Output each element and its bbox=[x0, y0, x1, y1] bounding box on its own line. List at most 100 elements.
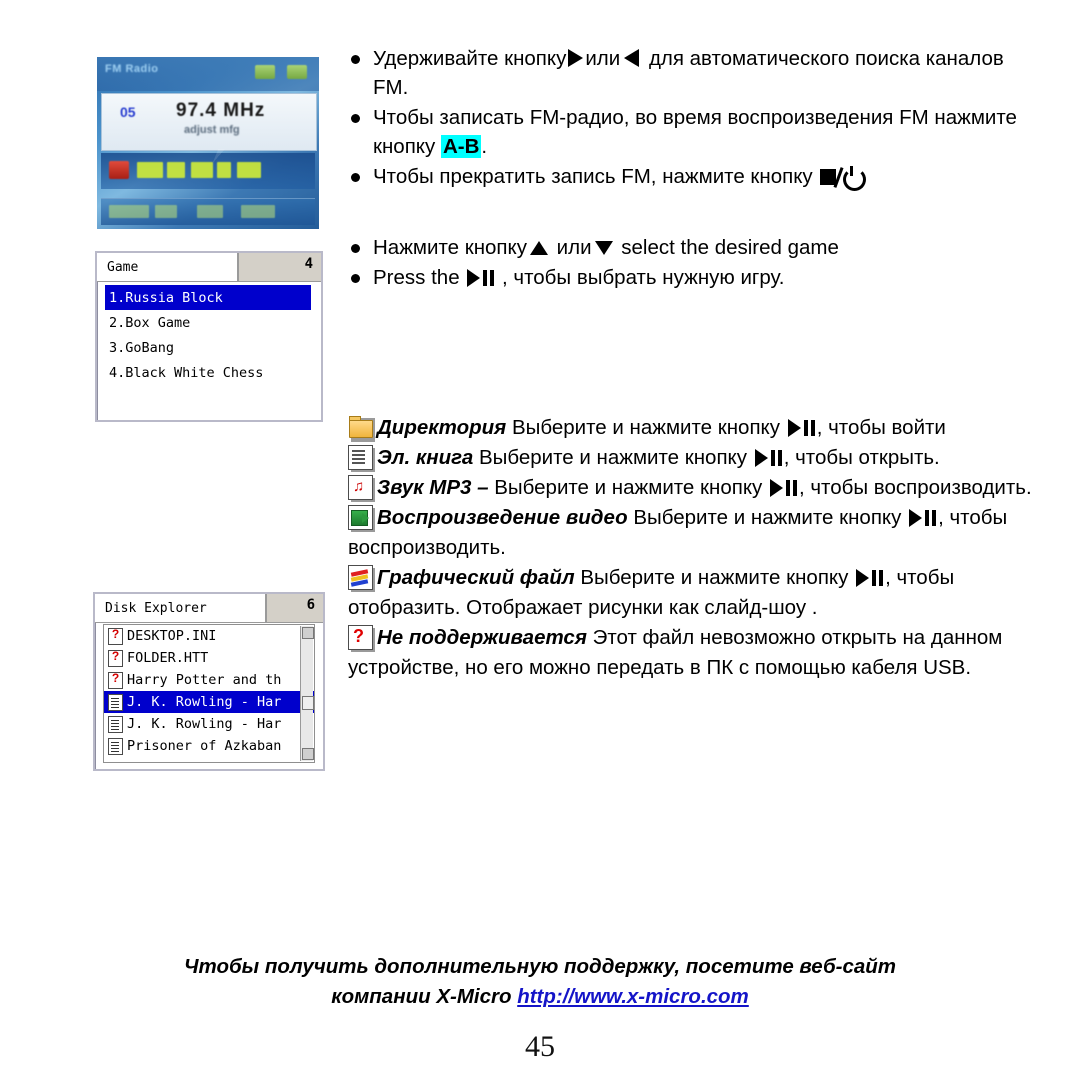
game-menu-screenshot: Game 4 1.Russia Block 2.Box Game 3.GoBan… bbox=[95, 251, 323, 422]
fm-footer-cell bbox=[241, 205, 275, 218]
down-arrow-icon bbox=[594, 241, 613, 255]
fm-bullet-1: Удерживайте кнопку или для автоматическог… bbox=[348, 44, 1038, 102]
text-file-icon bbox=[108, 693, 123, 711]
fm-status-icon-b bbox=[287, 65, 307, 79]
unknown-file-icon bbox=[108, 627, 123, 645]
folder-icon bbox=[348, 415, 375, 442]
disk-tabbar: Disk Explorer 6 bbox=[95, 594, 323, 623]
list-item[interactable]: 3.GoBang bbox=[105, 335, 313, 360]
fm-title: FM Radio bbox=[105, 63, 159, 75]
file-type-heading: Эл. книга bbox=[377, 446, 474, 469]
game-list[interactable]: 1.Russia Block 2.Box Game 3.GoBang 4.Bla… bbox=[105, 285, 313, 412]
list-item[interactable]: Prisoner of Azkaban bbox=[104, 735, 314, 757]
fm-sub-label: adjust mfg bbox=[184, 124, 240, 136]
file-type-ebook: Эл. книга Выберите и нажмите кнопку , чт… bbox=[348, 443, 1038, 473]
fm-signal-segment bbox=[137, 162, 163, 178]
file-name: J. K. Rowling - Har bbox=[127, 716, 282, 732]
manual-page: FM Radio 05 97.4 MHz adjust mfg Game 4 1… bbox=[0, 0, 1080, 1080]
game-bullet-2-text-b: , чтобы выбрать нужную игру. bbox=[502, 266, 785, 289]
file-type-text-before: Выберите и нажмите кнопку bbox=[580, 566, 849, 589]
fm-radio-screenshot: FM Radio 05 97.4 MHz adjust mfg bbox=[97, 57, 319, 229]
play-pause-icon bbox=[769, 479, 797, 497]
disk-explorer-screenshot: Disk Explorer 6 DESKTOP.INI FOLDER.HTT H… bbox=[93, 592, 325, 771]
file-type-heading: Графический файл bbox=[377, 566, 575, 589]
video-icon bbox=[348, 505, 375, 532]
file-type-heading: Воспроизведение видео bbox=[377, 506, 628, 529]
footer-line-2: компании X-Micro http://www.x-micro.com bbox=[0, 982, 1080, 1012]
file-name: Harry Potter and th bbox=[127, 672, 282, 688]
list-item[interactable]: DESKTOP.INI bbox=[104, 625, 314, 647]
game-instructions: Нажмите кнопку или select the desired ga… bbox=[348, 233, 1038, 292]
next-arrow-icon bbox=[568, 49, 584, 67]
list-item[interactable]: J. K. Rowling - Har bbox=[104, 691, 314, 713]
scroll-thumb[interactable] bbox=[302, 696, 314, 711]
list-item[interactable]: J. K. Rowling - Har bbox=[104, 713, 314, 735]
fm-bullet-2: Чтобы записать FM-радио, во время воспро… bbox=[348, 103, 1038, 161]
prev-arrow-icon bbox=[624, 49, 640, 67]
disk-item-count: 6 bbox=[306, 597, 315, 613]
game-tab-label: Game bbox=[97, 253, 239, 281]
list-item[interactable]: 4.Black White Chess bbox=[105, 360, 313, 385]
fm-footer-cell bbox=[197, 205, 223, 218]
disk-file-list[interactable]: DESKTOP.INI FOLDER.HTT Harry Potter and … bbox=[103, 624, 315, 763]
file-type-text-before: Выберите и нажмите кнопку bbox=[494, 476, 763, 499]
page-number: 45 bbox=[525, 1030, 555, 1063]
fm-instructions: Удерживайте кнопку или для автоматическог… bbox=[348, 44, 1038, 191]
graphics-icon bbox=[348, 565, 375, 592]
fm-signal-segment bbox=[237, 162, 261, 178]
play-pause-icon bbox=[909, 509, 937, 527]
text-file-icon bbox=[108, 737, 123, 755]
fm-bullet-2-period: . bbox=[481, 135, 488, 158]
mp3-icon: ♫ bbox=[348, 475, 375, 502]
fm-signal-segment bbox=[217, 162, 231, 178]
footer-line-1: Чтобы получить дополнительную поддержку,… bbox=[183, 955, 897, 978]
fm-record-indicator bbox=[109, 161, 129, 179]
play-pause-icon bbox=[856, 569, 884, 587]
fm-status-icon-a bbox=[255, 65, 275, 79]
file-name: DESKTOP.INI bbox=[127, 628, 217, 644]
disk-scrollbar[interactable] bbox=[300, 626, 314, 761]
file-type-heading: Не поддерживается bbox=[377, 626, 587, 649]
file-type-list: Директория Выберите и нажмите кнопку , ч… bbox=[348, 413, 1038, 683]
file-type-text-before: Выберите и нажмите кнопку bbox=[478, 446, 748, 469]
file-type-text-before: Выберите и нажмите кнопку bbox=[633, 506, 902, 529]
unsupported-icon: ? bbox=[348, 625, 375, 652]
file-name: J. K. Rowling - Har bbox=[127, 694, 282, 710]
text-file-icon bbox=[108, 715, 123, 733]
fm-bullet-3: Чтобы прекратить запись FM, нажмите кноп… bbox=[348, 162, 1038, 191]
game-bullet-1-text-a: Нажмите кнопку bbox=[373, 236, 527, 259]
disk-tab-label: Disk Explorer bbox=[95, 594, 267, 622]
fm-bullet-1-text-a: Удерживайте кнопку bbox=[373, 47, 567, 70]
game-tabbar: Game 4 bbox=[97, 253, 321, 282]
scroll-down-arrow-icon[interactable] bbox=[302, 748, 314, 760]
instruction-text-column: Удерживайте кнопку или для автоматическог… bbox=[348, 44, 1038, 683]
play-pause-icon bbox=[754, 449, 782, 467]
file-type-text-after: , чтобы войти bbox=[816, 416, 946, 439]
list-item[interactable]: Harry Potter and th bbox=[104, 669, 314, 691]
list-item[interactable]: 2.Box Game bbox=[105, 310, 313, 335]
footer-support-note: Чтобы получить дополнительную поддержку,… bbox=[0, 952, 1080, 1012]
file-type-video: Воспроизведение видео Выберите и нажмите… bbox=[348, 503, 1038, 563]
unknown-file-icon bbox=[108, 671, 123, 689]
stop-power-icon bbox=[820, 166, 867, 191]
game-bullet-1-text-c: select the desired game bbox=[621, 236, 839, 259]
scroll-up-arrow-icon[interactable] bbox=[302, 627, 314, 639]
fm-signal-segment bbox=[191, 162, 213, 178]
fm-bullet-1-text-b: или bbox=[585, 47, 621, 70]
file-type-heading: Звук MP3 – bbox=[377, 476, 489, 499]
file-type-heading: Директория bbox=[377, 416, 507, 439]
x-micro-website-link[interactable]: http://www.x-micro.com bbox=[517, 985, 749, 1008]
file-type-unsupported: ? Не поддерживается Этот файл невозможно … bbox=[348, 623, 1038, 683]
file-type-text-after: , чтобы открыть. bbox=[783, 446, 940, 469]
list-item[interactable]: FOLDER.HTT bbox=[104, 647, 314, 669]
fm-footer-cell bbox=[155, 205, 177, 218]
file-type-mp3: ♫ Звук MP3 – Выберите и нажмите кнопку , … bbox=[348, 473, 1038, 503]
file-type-text-before: Выберите и нажмите кнопку bbox=[511, 416, 781, 439]
file-type-text-after: , чтобы воспроизводить. bbox=[798, 476, 1032, 499]
fm-preset-number: 05 bbox=[120, 104, 136, 120]
fm-frequency-panel: 05 97.4 MHz adjust mfg bbox=[101, 93, 317, 151]
file-name: FOLDER.HTT bbox=[127, 650, 209, 666]
list-item[interactable]: 1.Russia Block bbox=[105, 285, 311, 310]
